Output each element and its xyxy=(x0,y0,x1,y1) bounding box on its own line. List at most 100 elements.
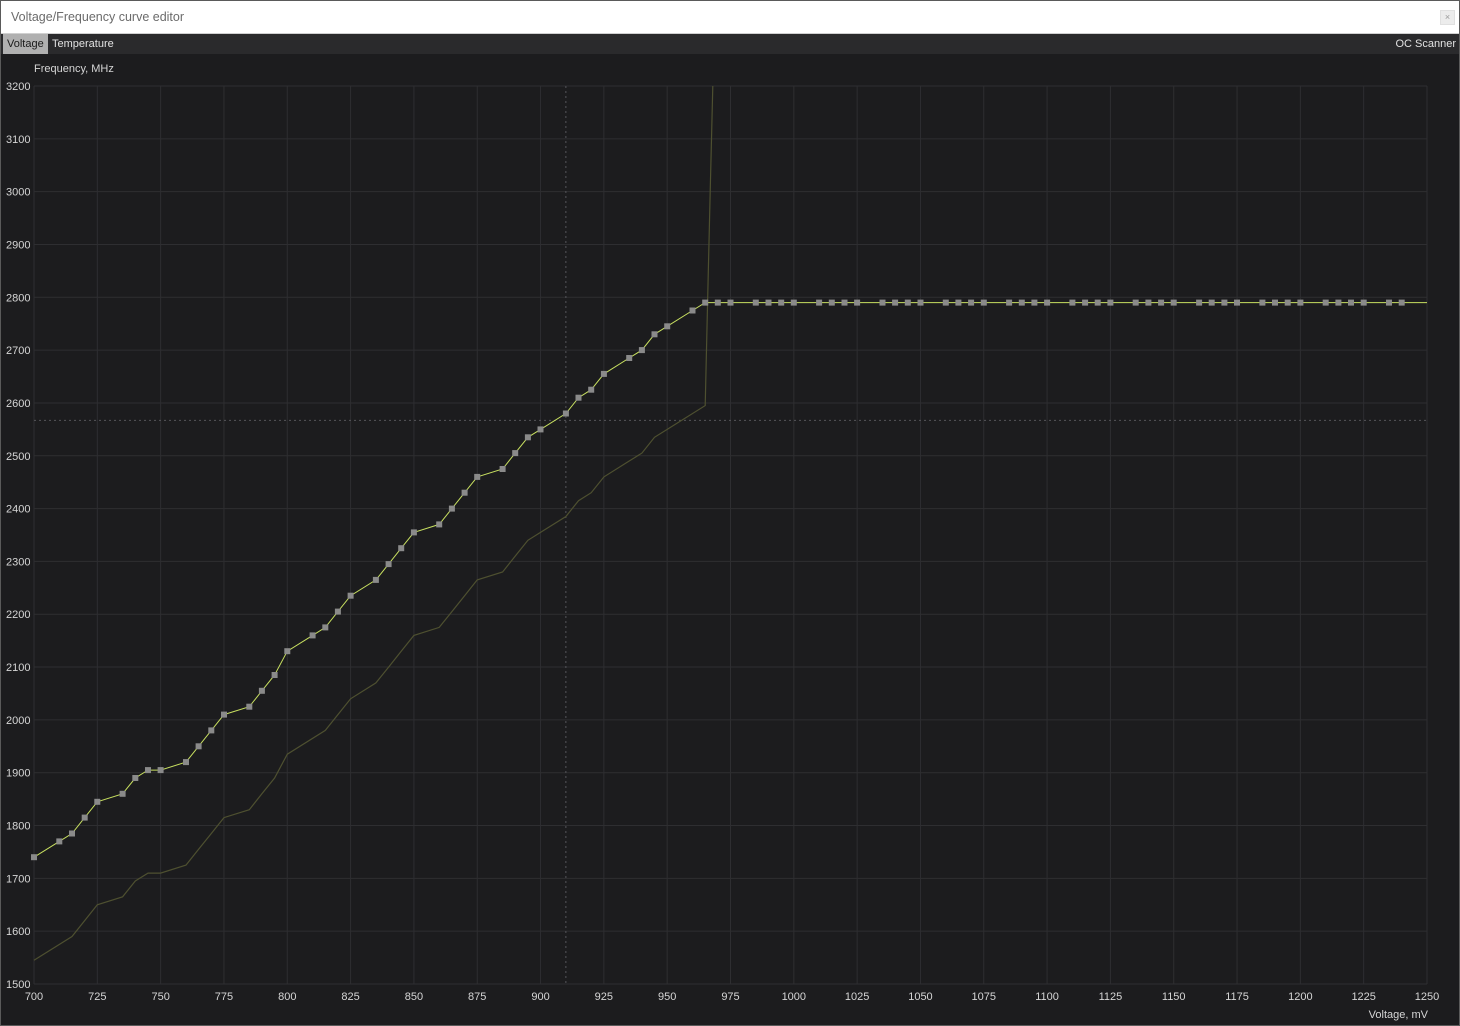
curve-point[interactable] xyxy=(258,687,265,694)
y-tick-label: 2200 xyxy=(6,609,30,621)
curve-point[interactable] xyxy=(854,299,861,306)
curve-point[interactable] xyxy=(1297,299,1304,306)
curve-point[interactable] xyxy=(1335,299,1342,306)
base-curve-line xyxy=(33,85,714,961)
curve-point[interactable] xyxy=(410,529,417,536)
x-tick-label: 1075 xyxy=(972,991,996,1003)
curve-point[interactable] xyxy=(600,370,607,377)
curve-point[interactable] xyxy=(1006,299,1013,306)
curve-point[interactable] xyxy=(879,299,886,306)
curve-point[interactable] xyxy=(157,767,164,774)
curve-point[interactable] xyxy=(1348,299,1354,306)
tick-labels: 700 725 750 775 800 825 850 875 900 925 950 975 1000… xyxy=(6,81,1439,1003)
curve-point[interactable] xyxy=(917,299,924,306)
curve-point[interactable] xyxy=(208,727,215,734)
curve-point[interactable] xyxy=(372,576,379,583)
curve-point[interactable] xyxy=(1360,299,1367,306)
curve-point[interactable] xyxy=(1398,299,1405,306)
curve-point[interactable] xyxy=(132,775,139,781)
curve-point[interactable] xyxy=(1234,299,1240,306)
curve-point[interactable] xyxy=(195,743,202,750)
curve-point[interactable] xyxy=(765,299,772,306)
curve-point[interactable] xyxy=(271,672,278,678)
x-tick-label: 1050 xyxy=(908,991,932,1003)
curve-point[interactable] xyxy=(638,347,645,354)
curve-point[interactable] xyxy=(246,703,253,710)
curve-point[interactable] xyxy=(512,450,519,457)
curve-point[interactable] xyxy=(727,299,734,306)
curve-point[interactable] xyxy=(1069,299,1076,306)
vf-curve-chart[interactable]: 700 725 750 775 800 825 850 875 900 925 950 975 1000… xyxy=(0,0,1460,1026)
y-tick-label: 1700 xyxy=(6,873,30,885)
curve-point[interactable] xyxy=(1284,299,1291,306)
curve-point[interactable] xyxy=(524,434,531,441)
curve-point[interactable] xyxy=(1208,299,1215,306)
curve-point[interactable] xyxy=(828,299,835,306)
curve-point[interactable] xyxy=(119,790,126,797)
curve-point[interactable] xyxy=(1221,299,1228,306)
y-tick-label: 2400 xyxy=(6,504,30,516)
curve-points[interactable] xyxy=(31,299,1405,861)
curve-point[interactable] xyxy=(1272,299,1278,306)
curve-point[interactable] xyxy=(322,624,329,631)
curve-point[interactable] xyxy=(689,307,696,314)
curve-point[interactable] xyxy=(309,632,316,639)
curve-point[interactable] xyxy=(81,814,88,821)
curve-point[interactable] xyxy=(1031,299,1038,306)
curve-point[interactable] xyxy=(56,838,63,845)
curve-point[interactable] xyxy=(145,767,151,774)
curve-point[interactable] xyxy=(1094,299,1101,306)
curve-point[interactable] xyxy=(1196,299,1203,306)
curve-point[interactable] xyxy=(752,299,759,306)
curve-point[interactable] xyxy=(588,386,595,393)
curve-point[interactable] xyxy=(942,299,949,306)
curve-point[interactable] xyxy=(714,299,721,306)
x-tick-label: 1150 xyxy=(1162,991,1186,1003)
curve-point[interactable] xyxy=(1044,299,1051,306)
curve-point[interactable] xyxy=(221,711,227,718)
curve-point[interactable] xyxy=(778,299,785,306)
curve-point[interactable] xyxy=(816,299,823,306)
curve-point[interactable] xyxy=(385,561,392,568)
curve-point[interactable] xyxy=(1132,299,1139,306)
curve-point[interactable] xyxy=(347,592,354,599)
curve-point[interactable] xyxy=(499,466,506,472)
curve-point[interactable] xyxy=(1082,299,1089,306)
curve-point[interactable] xyxy=(1322,299,1329,306)
curve-point[interactable] xyxy=(284,648,291,655)
curve-point[interactable] xyxy=(626,355,633,361)
base-curve xyxy=(33,85,714,961)
x-tick-label: 925 xyxy=(595,991,613,1003)
curve-point[interactable] xyxy=(31,854,37,861)
curve-point[interactable] xyxy=(702,299,709,306)
curve-point[interactable] xyxy=(94,798,101,805)
curve-point[interactable] xyxy=(537,426,544,433)
curve-point[interactable] xyxy=(1170,299,1177,306)
curve-point[interactable] xyxy=(1145,299,1152,306)
curve-point[interactable] xyxy=(892,299,899,306)
curve-point[interactable] xyxy=(664,323,671,330)
curve-point[interactable] xyxy=(904,299,911,306)
curve-point[interactable] xyxy=(1386,299,1392,306)
curve-point[interactable] xyxy=(69,830,75,837)
curve-point[interactable] xyxy=(980,299,987,306)
curve-point[interactable] xyxy=(474,473,481,480)
curve-point[interactable] xyxy=(398,545,405,552)
curve-point[interactable] xyxy=(1259,299,1266,306)
curve-point[interactable] xyxy=(841,299,848,306)
curve-point[interactable] xyxy=(436,521,443,528)
curve-point[interactable] xyxy=(968,299,975,306)
curve-point[interactable] xyxy=(334,608,341,615)
curve-point[interactable] xyxy=(562,410,569,417)
curve-point[interactable] xyxy=(1018,299,1025,306)
curve-point[interactable] xyxy=(651,331,658,338)
curve-point[interactable] xyxy=(955,299,962,306)
curve-point[interactable] xyxy=(461,489,468,496)
curve-point[interactable] xyxy=(575,394,582,401)
curve-point[interactable] xyxy=(1107,299,1114,306)
curve-point[interactable] xyxy=(1158,299,1165,306)
y-tick-label: 2500 xyxy=(6,451,30,463)
curve-point[interactable] xyxy=(790,299,797,306)
curve-point[interactable] xyxy=(448,505,455,512)
curve-point[interactable] xyxy=(183,759,189,766)
